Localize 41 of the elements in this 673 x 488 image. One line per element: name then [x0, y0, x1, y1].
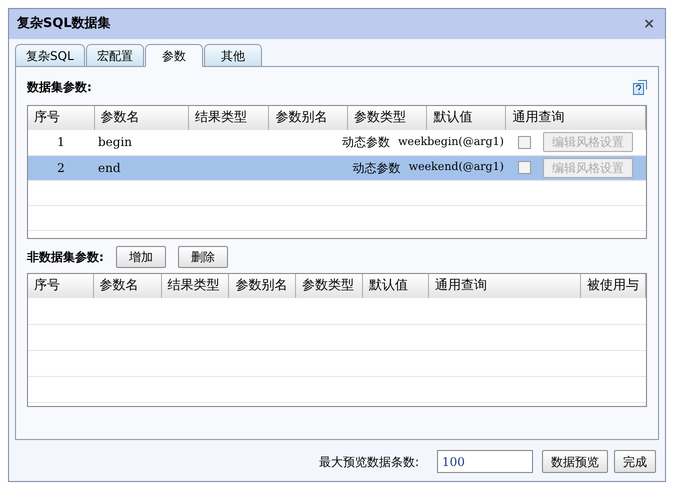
checkbox[interactable] [518, 136, 531, 149]
table-action-button[interactable]: 增加 [116, 246, 166, 268]
column-header: 序号 [28, 274, 94, 298]
column-header: 参数别名 [228, 274, 296, 298]
table-cell: 1 [28, 130, 94, 155]
window-title: 复杂SQL数据集 [17, 15, 111, 34]
table-cell: end [94, 155, 188, 180]
max-rows-field[interactable]: 100 [437, 450, 533, 473]
table-row[interactable]: 1 begin 动态参数 weekbegin(@arg1) 编辑风格设置 [28, 130, 646, 155]
table-action-button[interactable]: 删除 [178, 246, 228, 268]
column-header: 参数类型 [296, 274, 363, 298]
column-header: 参数类型 [347, 106, 427, 130]
tab[interactable]: 复杂SQL [15, 44, 85, 67]
checkbox[interactable] [518, 161, 531, 174]
table-cell: 2 [28, 155, 94, 180]
column-header: 参数别名 [268, 106, 348, 130]
column-header: 参数名 [93, 274, 161, 298]
column-header: 参数名 [94, 106, 188, 130]
tab[interactable]: 其他 [204, 44, 262, 67]
table-cell-text: 动态参数 [352, 160, 401, 176]
column-header: 结果类型 [161, 274, 229, 298]
column-header: 序号 [28, 106, 94, 130]
column-header: 默认值 [362, 274, 429, 298]
column-header: 默认值 [426, 106, 506, 130]
table-cell: begin [94, 130, 188, 155]
column-header: 结果类型 [188, 106, 269, 130]
help-icon[interactable] [633, 80, 647, 94]
section-title: 数据集参数: [27, 79, 92, 96]
table-cell-text: weekbegin(@arg1) [398, 134, 504, 150]
tab[interactable]: 参数 [144, 44, 203, 67]
table-cell-text: 动态参数 [342, 134, 390, 152]
table-cell-text: weekend(@arg1) [408, 159, 504, 176]
close-button[interactable]: × [643, 14, 655, 34]
footer-button[interactable]: 数据预览 [542, 450, 608, 473]
column-header: 通用查询 [506, 106, 646, 130]
max-rows-label: 最大预览数据条数: [318, 454, 419, 470]
section-title: 非数据集参数: [27, 249, 104, 266]
column-header: 被使用与 [580, 274, 646, 298]
footer-button[interactable]: 完成 [614, 450, 656, 473]
tab[interactable]: 宏配置 [86, 44, 144, 67]
column-header: 通用查询 [428, 274, 580, 298]
